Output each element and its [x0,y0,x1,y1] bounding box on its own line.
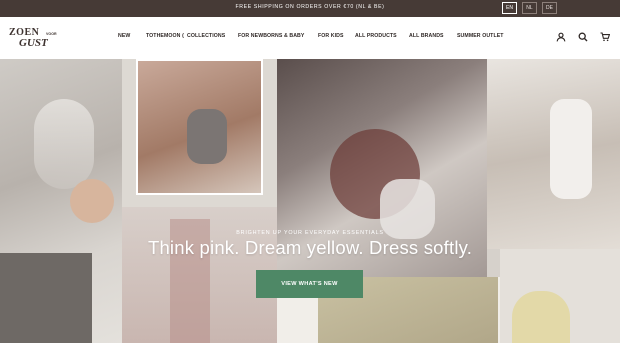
nav-item-new[interactable]: NEW [118,33,130,39]
hero-image-shoe [187,109,227,164]
hero-image-dark-fabric [0,253,92,343]
nav-item-tothemoon[interactable]: TOTHEMOON ( [146,33,184,39]
main-nav: NEW TOTHEMOON ( COLLECTIONS FOR NEWBORNS… [0,33,620,43]
hero-image-shirt [34,99,94,189]
hero-headline: Think pink. Dream yellow. Dress softly. [147,237,473,258]
hero-image-dress-figure [550,99,592,199]
language-switcher: EN NL DE [502,2,557,14]
nav-item-newborns[interactable]: FOR NEWBORNS & BABY [238,33,304,39]
hero-eyebrow: BRIGHTEN UP YOUR EVERYDAY ESSENTIALS [236,230,384,236]
hero-image-hand [70,179,114,223]
search-icon[interactable] [576,30,590,44]
user-icon[interactable] [554,30,568,44]
cart-icon[interactable] [598,30,612,44]
lang-nl-button[interactable]: NL [522,2,537,14]
nav-item-kids[interactable]: FOR KIDS [318,33,344,39]
nav-item-collections[interactable]: COLLECTIONS [187,33,225,39]
nav-item-all-products[interactable]: ALL PRODUCTS [355,33,397,39]
hero-banner: BRIGHTEN UP YOUR EVERYDAY ESSENTIALS Thi… [0,59,620,343]
hero-image-yellow-hat [512,291,570,343]
site-header: ZOEN VOOR GUST NEW TOTHEMOON ( COLLECTIO… [0,17,620,59]
lang-en-button[interactable]: EN [502,2,517,14]
nav-item-all-brands[interactable]: ALL BRANDS [409,33,444,39]
announcement-bar: FREE SHIPPING ON ORDERS OVER €70 (NL & B… [0,0,620,17]
view-whats-new-button[interactable]: VIEW WHAT'S NEW [256,270,363,298]
nav-item-summer-outlet[interactable]: SUMMER OUTLET [457,33,504,39]
lang-de-button[interactable]: DE [542,2,557,14]
